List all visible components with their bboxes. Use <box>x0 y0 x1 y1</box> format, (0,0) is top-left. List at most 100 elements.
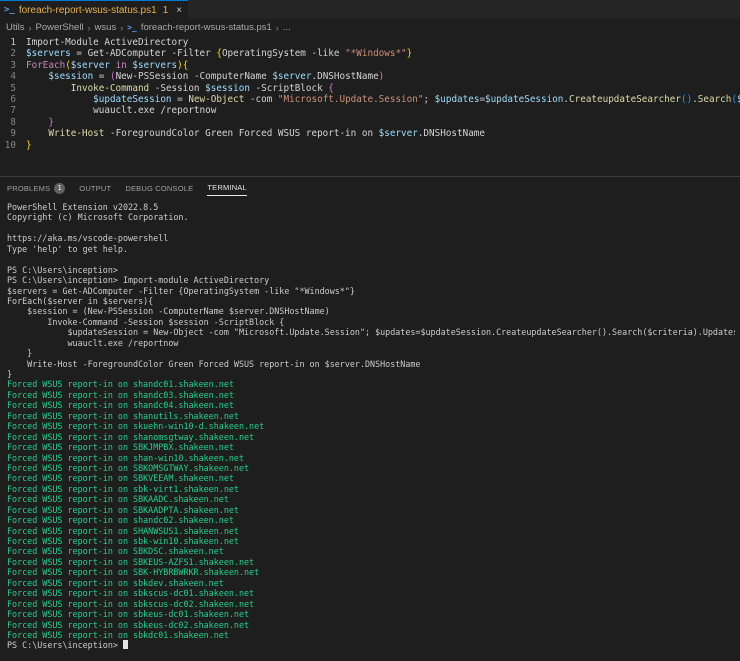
line-number: 5 <box>10 82 16 94</box>
code-line[interactable]: 8 } <box>0 117 740 128</box>
terminal-output-line: Forced WSUS report-in on SBKOMSGTWAY.sha… <box>7 462 250 473</box>
code-token: ) <box>378 71 385 83</box>
code-text: $servers = Get-ADComputer -Filter {Opera… <box>26 48 740 59</box>
terminal-output-line: Forced WSUS report-in on SBKVEEAM.shakee… <box>7 473 234 484</box>
tab-problems-label: PROBLEMS <box>7 183 51 193</box>
code-line[interactable]: 10} <box>0 140 740 151</box>
code-token: $servers <box>26 48 71 60</box>
code-text: wuauclt.exe /reportnow <box>26 105 740 116</box>
line-number: 8 <box>10 116 16 128</box>
powershell-file-icon: >_ <box>127 23 137 32</box>
line-number: 10 <box>4 139 16 151</box>
code-token: New-PSSession <box>115 71 189 83</box>
code-token: -ScriptBlock <box>249 82 329 94</box>
tab-terminal[interactable]: TERMINAL <box>207 180 247 196</box>
chevron-right-icon: › <box>87 22 91 33</box>
breadcrumb-item[interactable]: PowerShell <box>35 22 83 33</box>
line-number: 9 <box>10 128 16 140</box>
code-line[interactable]: 5 Invoke-Command -Session $session -Scri… <box>0 83 740 94</box>
code-text: $session = (New-PSSession -ComputerName … <box>26 71 740 82</box>
editor-tab-bar: >_ foreach-report-wsus-status.ps1 1 × <box>0 0 740 19</box>
code-line[interactable]: 7 wuauclt.exe /reportnow <box>0 105 740 116</box>
tab-problem-count: 1 <box>162 4 169 16</box>
chevron-right-icon: › <box>28 22 32 33</box>
code-token: $updateSession <box>485 93 564 105</box>
breadcrumb: Utils › PowerShell › wsus › >_ foreach-r… <box>0 19 740 36</box>
code-line[interactable]: 6 $updateSession = New-Object -com "Micr… <box>0 94 740 105</box>
tab-problems[interactable]: PROBLEMS 1 <box>7 180 66 196</box>
editor-tab[interactable]: >_ foreach-report-wsus-status.ps1 1 × <box>0 0 189 19</box>
code-token: -ComputerName <box>188 71 273 83</box>
close-icon[interactable]: × <box>176 5 182 16</box>
code-token: ForEach <box>26 59 66 71</box>
tab-output[interactable]: OUTPUT <box>79 180 111 196</box>
code-token: -ForegroundColor Green Forced WSUS repor… <box>104 128 379 140</box>
code-text: } <box>26 117 740 128</box>
code-token: New-Object <box>188 93 245 105</box>
code-token: $session <box>48 71 94 83</box>
code-text: } <box>26 140 740 151</box>
code-token: = <box>70 48 88 60</box>
code-token: Get-ADComputer <box>87 48 166 60</box>
terminal[interactable]: PowerShell Extension v2022.8.5 Copyright … <box>7 202 735 651</box>
breadcrumb-item[interactable]: wsus <box>95 22 117 33</box>
tab-debug-console[interactable]: DEBUG CONSOLE <box>125 180 193 196</box>
terminal-line: PowerShell Extension v2022.8.5 <box>7 202 159 212</box>
terminal-output-line: Forced WSUS report-in on SBKJMPBX.shakee… <box>7 442 234 453</box>
code-token: = <box>171 93 189 105</box>
tab-output-label: OUTPUT <box>79 183 112 193</box>
terminal-line: $servers = Get-ADComputer -Filter {Opera… <box>7 285 355 296</box>
code-token: .DNSHostName <box>311 71 379 83</box>
breadcrumb-item[interactable]: ... <box>283 22 291 33</box>
terminal-line: $updateSession = New-Object -com "Micros… <box>7 327 736 338</box>
code-text: ForEach($server in $servers){ <box>26 60 740 71</box>
terminal-output-line: Forced WSUS report-in on sbkeus-dc01.sha… <box>7 609 250 620</box>
terminal-line: } <box>7 348 33 359</box>
code-token: { <box>328 82 334 94</box>
code-token: -Filter <box>165 48 217 60</box>
terminal-prompt-line[interactable]: PS C:\Users\inception> <box>7 640 735 650</box>
code-text: $updateSession = New-Object -com "Micros… <box>26 94 740 105</box>
code-token: () <box>680 93 693 105</box>
code-line[interactable]: 9 Write-Host -ForegroundColor Green Forc… <box>0 128 740 139</box>
line-number: 4 <box>10 71 16 83</box>
terminal-output-line: Forced WSUS report-in on SHANWSUS1.shake… <box>7 525 239 536</box>
line-number: 2 <box>10 48 16 60</box>
panel-tab-bar: PROBLEMS 1 OUTPUT DEBUG CONSOLE TERMINAL <box>0 180 247 196</box>
code-token: $server <box>272 71 312 83</box>
breadcrumb-item[interactable]: Utils <box>6 22 24 33</box>
terminal-line: } <box>7 369 13 379</box>
code-token: in <box>109 59 133 71</box>
code-token: { <box>182 59 189 71</box>
code-token: Invoke-Command <box>70 82 150 94</box>
code-token: $servers <box>132 59 178 71</box>
terminal-cursor <box>122 640 128 650</box>
terminal-line: PS C:\Users\inception> Import-module Act… <box>7 275 270 286</box>
code-line[interactable]: 2 $servers = Get-ADComputer -Filter {Oper… <box>0 48 740 59</box>
code-token: Write-Host <box>48 128 105 140</box>
code-token: "*Windows*" <box>345 48 407 60</box>
breadcrumb-item[interactable]: foreach-report-wsus-status.ps1 <box>141 22 272 33</box>
code-line[interactable]: 3 ForEach($server in $servers){ <box>0 60 740 71</box>
code-token: = <box>93 71 110 83</box>
code-token: OperatingSystem -like <box>221 48 346 60</box>
code-line[interactable]: 4 $session = (New-PSSession -ComputerNam… <box>0 71 740 82</box>
terminal-output-line: Forced WSUS report-in on SBKAADPTA.shake… <box>7 504 239 515</box>
code-token: -Session <box>149 82 206 94</box>
code-token: wuauclt.exe /reportnow <box>93 105 217 117</box>
terminal-output-line: Forced WSUS report-in on sbk-virt1.shake… <box>7 483 239 494</box>
tab-title: foreach-report-wsus-status.ps1 <box>18 4 157 16</box>
code-line[interactable]: 1 Import-Module ActiveDirectory <box>0 37 740 48</box>
line-number: 7 <box>10 105 16 117</box>
code-text: Invoke-Command -Session $session -Script… <box>26 83 740 94</box>
terminal-output-line: Forced WSUS report-in on SBKDSC.shakeen.… <box>7 546 224 557</box>
code-token: } <box>48 116 54 128</box>
terminal-output-line: Forced WSUS report-in on SBKAADC.shakeen… <box>7 494 229 505</box>
code-token: .DNSHostName <box>417 128 485 140</box>
code-editor[interactable]: 1 Import-Module ActiveDirectory 2 $servers … <box>0 37 740 176</box>
